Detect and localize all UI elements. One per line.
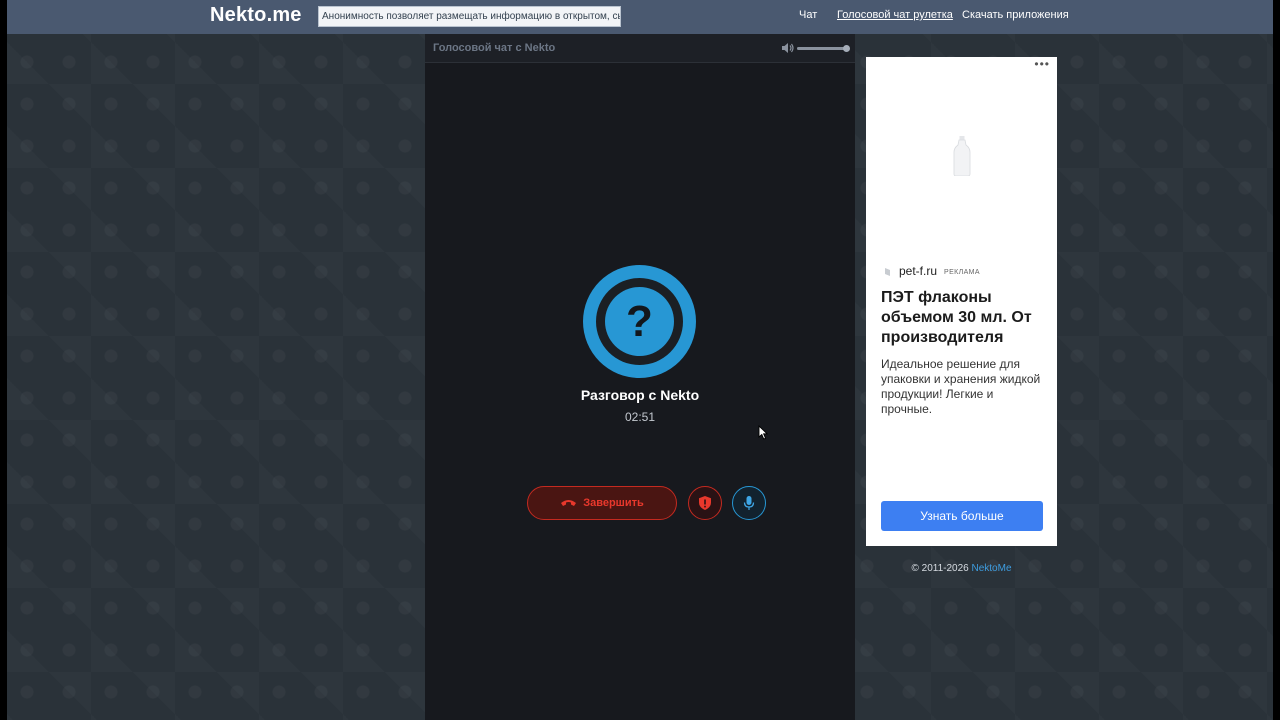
end-call-button[interactable]: Завершить (527, 486, 677, 520)
page-background: Nekto.me Анонимность позволяет размещать… (7, 0, 1273, 720)
report-button[interactable] (688, 486, 722, 520)
footer: © 2011-2026 NektoMe (866, 563, 1057, 574)
voice-chat-panel: Голосовой чат с Nekto ? Разговор с Nekto… (425, 34, 855, 720)
ad-title[interactable]: ПЭТ флаконы объемом 30 мл. От производит… (881, 288, 1051, 348)
footer-copyright: © 2011-2026 (911, 563, 969, 574)
slogan-banner: Анонимность позволяет размещать информац… (318, 6, 621, 27)
partner-avatar: ? (583, 265, 696, 378)
volume-slider-fill (797, 47, 847, 50)
nav-chat[interactable]: Чат (799, 9, 817, 21)
avatar-ring: ? (596, 278, 683, 365)
hang-up-phone-icon (561, 500, 577, 506)
site-logo[interactable]: Nekto.me (210, 4, 302, 27)
call-timer: 02:51 (624, 410, 656, 424)
ad-source-icon (885, 268, 890, 276)
microphone-icon (743, 496, 755, 510)
ad-label: РЕКЛАМА (944, 269, 980, 276)
shield-exclamation-icon (699, 496, 711, 510)
volume-slider[interactable] (797, 45, 851, 52)
volume-icon[interactable] (781, 42, 794, 54)
call-partner-name: Разговор с Nekto (580, 387, 700, 403)
ad-domain[interactable]: pet-f.ru (899, 264, 937, 278)
chat-title: Голосовой чат с Nekto (433, 42, 556, 54)
advertisement[interactable]: ••• pet-f.ru РЕКЛАМА ПЭТ флаконы объемом… (866, 57, 1057, 546)
nav-voice-chat-roulette[interactable]: Голосовой чат рулетка (837, 9, 953, 21)
chat-header: Голосовой чат с Nekto (425, 34, 855, 63)
mouse-cursor-icon (758, 425, 768, 440)
end-call-label: Завершить (583, 497, 644, 509)
site-header: Nekto.me Анонимность позволяет размещать… (7, 0, 1273, 34)
volume-slider-thumb[interactable] (843, 45, 851, 52)
nav-download-apps[interactable]: Скачать приложения (962, 9, 1069, 21)
bottle-image (953, 136, 971, 176)
question-mark-icon: ? (605, 287, 674, 356)
ad-learn-more-button[interactable]: Узнать больше (881, 501, 1043, 531)
ad-description: Идеальное решение для упаковки и хранени… (881, 357, 1041, 416)
microphone-button[interactable] (732, 486, 766, 520)
footer-brand-link[interactable]: NektoMe (972, 563, 1012, 574)
ad-menu-icon[interactable]: ••• (1034, 57, 1050, 71)
